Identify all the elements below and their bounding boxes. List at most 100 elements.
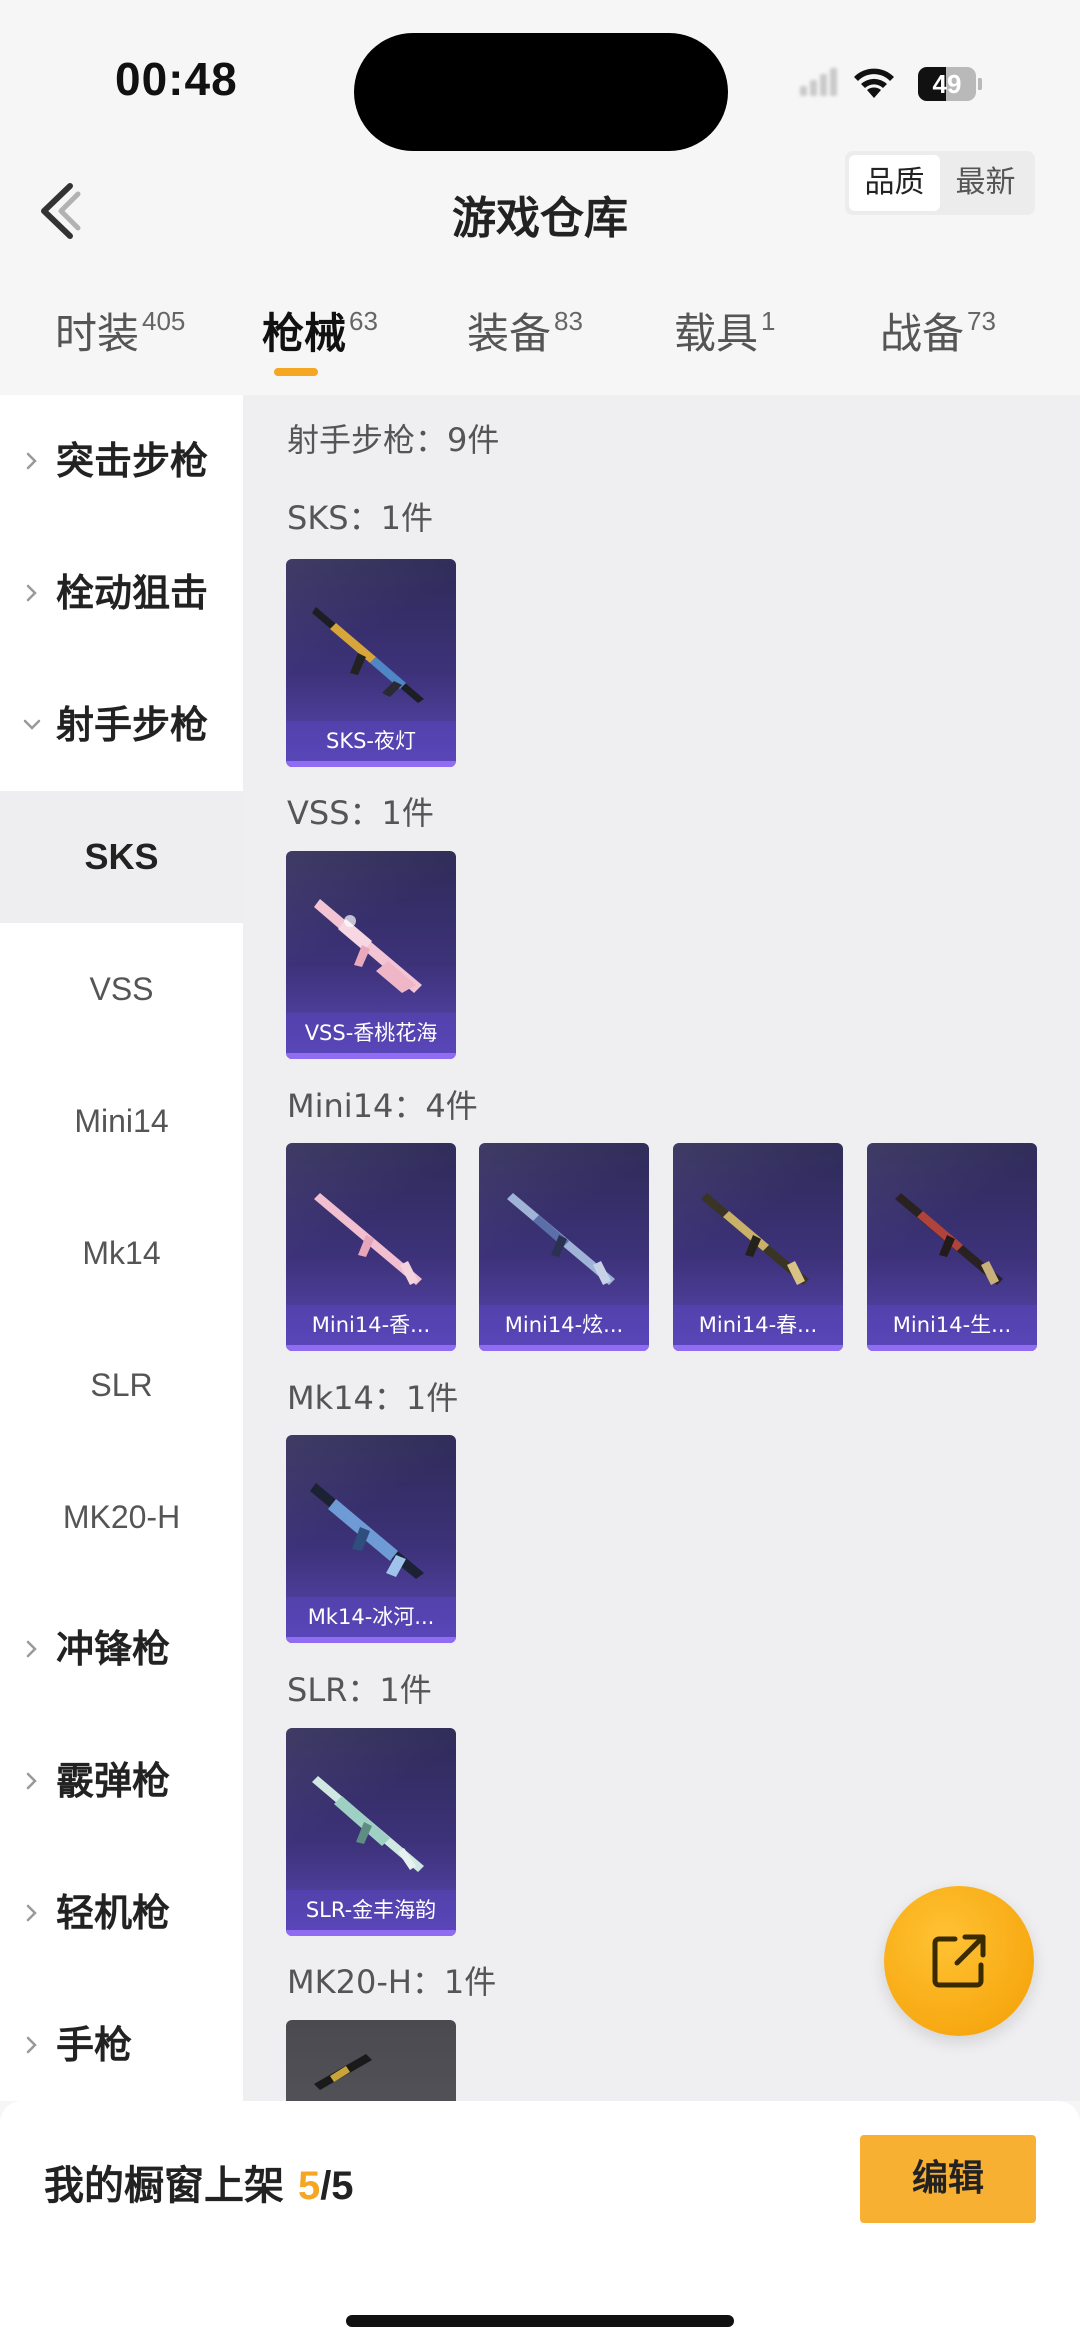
chevron-right-icon [26, 584, 37, 602]
rifle-image [314, 899, 422, 993]
category-tabs: 时装 405 枪械 63 装备 83 载具 1 战备 73 [0, 300, 1080, 390]
weapon-card[interactable]: Mini14-春... [673, 1143, 843, 1351]
tab-equipment[interactable]: 装备 83 [467, 300, 583, 390]
chevron-right-icon [26, 1904, 37, 1922]
share-icon [932, 1934, 986, 1988]
shelf-total: /5 [320, 2164, 354, 2208]
battery-icon: 49 [918, 67, 982, 101]
weapon-name: Mini14-香... [286, 1305, 456, 1345]
shelf-label: 我的橱窗上架 [44, 2163, 298, 2209]
sidebar-item-lmg[interactable]: 轻机枪 [0, 1847, 243, 1979]
group-title-mk14: Mk14：1件 [287, 1379, 459, 1417]
status-bar: 00:48 49 [0, 0, 1080, 170]
rifle-image [701, 1193, 809, 1285]
sidebar-item-label: Mini14 [74, 1103, 169, 1139]
shelf-count: 5 [297, 2164, 321, 2208]
sidebar-item-label: SKS [84, 836, 159, 877]
rifle-image [312, 1776, 424, 1872]
weapon-card[interactable] [286, 2020, 456, 2101]
sidebar-item-assault-rifle[interactable]: 突击步枪 [0, 395, 243, 527]
sidebar-item-label: 冲锋枪 [56, 1627, 171, 1671]
weapon-card[interactable]: Mk14-冰河... [286, 1435, 456, 1643]
weapon-card[interactable]: Mini14-香... [286, 1143, 456, 1351]
rifle-image [314, 2054, 372, 2090]
sidebar-item-vss[interactable]: VSS [0, 923, 243, 1055]
sidebar-item-mk14[interactable]: Mk14 [0, 1187, 243, 1319]
sidebar-item-pistol[interactable]: 手枪 [0, 1979, 243, 2111]
weapon-list: 射手步枪：9件 SKS：1件 SKS-夜灯 VSS：1件 VSS-香桃花海 Mi… [243, 395, 1080, 2101]
chevron-right-icon [26, 1640, 37, 1658]
sort-newest-button[interactable]: 最新 [940, 155, 1031, 211]
sidebar-item-mini14[interactable]: Mini14 [0, 1055, 243, 1187]
active-tab-indicator [274, 368, 318, 376]
dynamic-island [354, 33, 728, 151]
rifle-image [310, 1483, 424, 1579]
tab-label: 枪械 [262, 309, 347, 358]
tab-count: 1 [761, 306, 776, 336]
tab-label: 载具 [674, 309, 759, 358]
rifle-image [314, 1193, 422, 1285]
sidebar-item-label: 突击步枪 [56, 439, 209, 483]
weapon-name: Mini14-炫... [479, 1305, 649, 1345]
group-title-mk20h: MK20-H：1件 [287, 1963, 497, 2001]
sidebar-item-sks[interactable]: SKS [0, 791, 243, 923]
rifle-image [507, 1193, 615, 1285]
tab-label: 战备 [880, 309, 965, 358]
sidebar-item-bolt-sniper[interactable]: 栓动狙击 [0, 527, 243, 659]
tab-firearms[interactable]: 枪械 63 [262, 300, 378, 390]
status-time: 00:48 [115, 53, 238, 105]
rifle-image [895, 1193, 1003, 1285]
tab-count: 73 [967, 306, 996, 336]
sidebar-item-label: MK20-H [62, 1499, 181, 1535]
home-indicator [346, 2315, 734, 2327]
chevron-right-icon [26, 1772, 37, 1790]
weapon-card[interactable]: Mini14-生... [867, 1143, 1037, 1351]
weapon-card[interactable]: Mini14-炫... [479, 1143, 649, 1351]
chevron-down-icon [23, 719, 41, 730]
weapon-name: VSS-香桃花海 [286, 1013, 456, 1053]
chevron-right-icon [26, 2036, 37, 2054]
sidebar-item-label: 轻机枪 [56, 1891, 171, 1935]
tab-battle-prep[interactable]: 战备 73 [880, 300, 996, 390]
sidebar-item-label: 霰弹枪 [56, 1759, 171, 1803]
weapon-name: Mini14-生... [867, 1305, 1037, 1345]
wifi-icon [854, 68, 894, 98]
sidebar-item-mk20h[interactable]: MK20-H [0, 1451, 243, 1583]
sidebar-item-shotgun[interactable]: 霰弹枪 [0, 1715, 243, 1847]
tab-vehicles[interactable]: 载具 1 [674, 300, 775, 390]
battery-level: 49 [932, 69, 962, 99]
weapon-card[interactable]: VSS-香桃花海 [286, 851, 456, 1059]
weapon-card[interactable]: SKS-夜灯 [286, 559, 456, 767]
sidebar-item-label: SLR [90, 1367, 153, 1403]
sort-quality-button[interactable]: 品质 [849, 155, 940, 211]
sidebar-item-label: Mk14 [82, 1235, 161, 1271]
weapon-type-sidebar: 突击步枪 栓动狙击 射手步枪 SKS VSS Mini14 Mk14 SLR M… [0, 395, 243, 2101]
tab-count: 63 [349, 306, 378, 336]
sidebar-item-label: 栓动狙击 [56, 571, 209, 615]
section-title: 射手步枪：9件 [287, 421, 500, 459]
cellular-signal-icon [800, 68, 840, 96]
tab-label: 装备 [467, 309, 552, 358]
tab-fashion[interactable]: 时装 405 [55, 300, 185, 390]
share-button[interactable] [884, 1886, 1034, 2036]
sort-toggle: 品质 最新 [845, 151, 1035, 215]
sidebar-item-marksman-rifle[interactable]: 射手步枪 [0, 659, 243, 791]
weapon-name: SLR-金丰海韵 [286, 1890, 456, 1930]
tab-count: 405 [142, 306, 186, 336]
group-title-slr: SLR：1件 [287, 1671, 432, 1709]
rifle-image [312, 607, 424, 703]
group-title-vss: VSS：1件 [287, 794, 434, 832]
sidebar-item-label: 手枪 [56, 2023, 133, 2067]
weapon-name: Mini14-春... [673, 1305, 843, 1345]
group-title-sks: SKS：1件 [287, 499, 433, 537]
group-title-mini14: Mini14：4件 [287, 1087, 478, 1125]
sidebar-item-label: VSS [89, 971, 154, 1007]
showcase-shelf-status: 我的橱窗上架 5/5 [44, 2153, 354, 2211]
bottom-bar: 我的橱窗上架 5/5 编辑 [0, 2101, 1080, 2348]
edit-button[interactable]: 编辑 [860, 2135, 1036, 2223]
sidebar-item-slr[interactable]: SLR [0, 1319, 243, 1451]
chevron-right-icon [26, 452, 37, 470]
weapon-card[interactable]: SLR-金丰海韵 [286, 1728, 456, 1936]
sidebar-item-label: 射手步枪 [56, 703, 209, 747]
sidebar-item-smg[interactable]: 冲锋枪 [0, 1583, 243, 1715]
